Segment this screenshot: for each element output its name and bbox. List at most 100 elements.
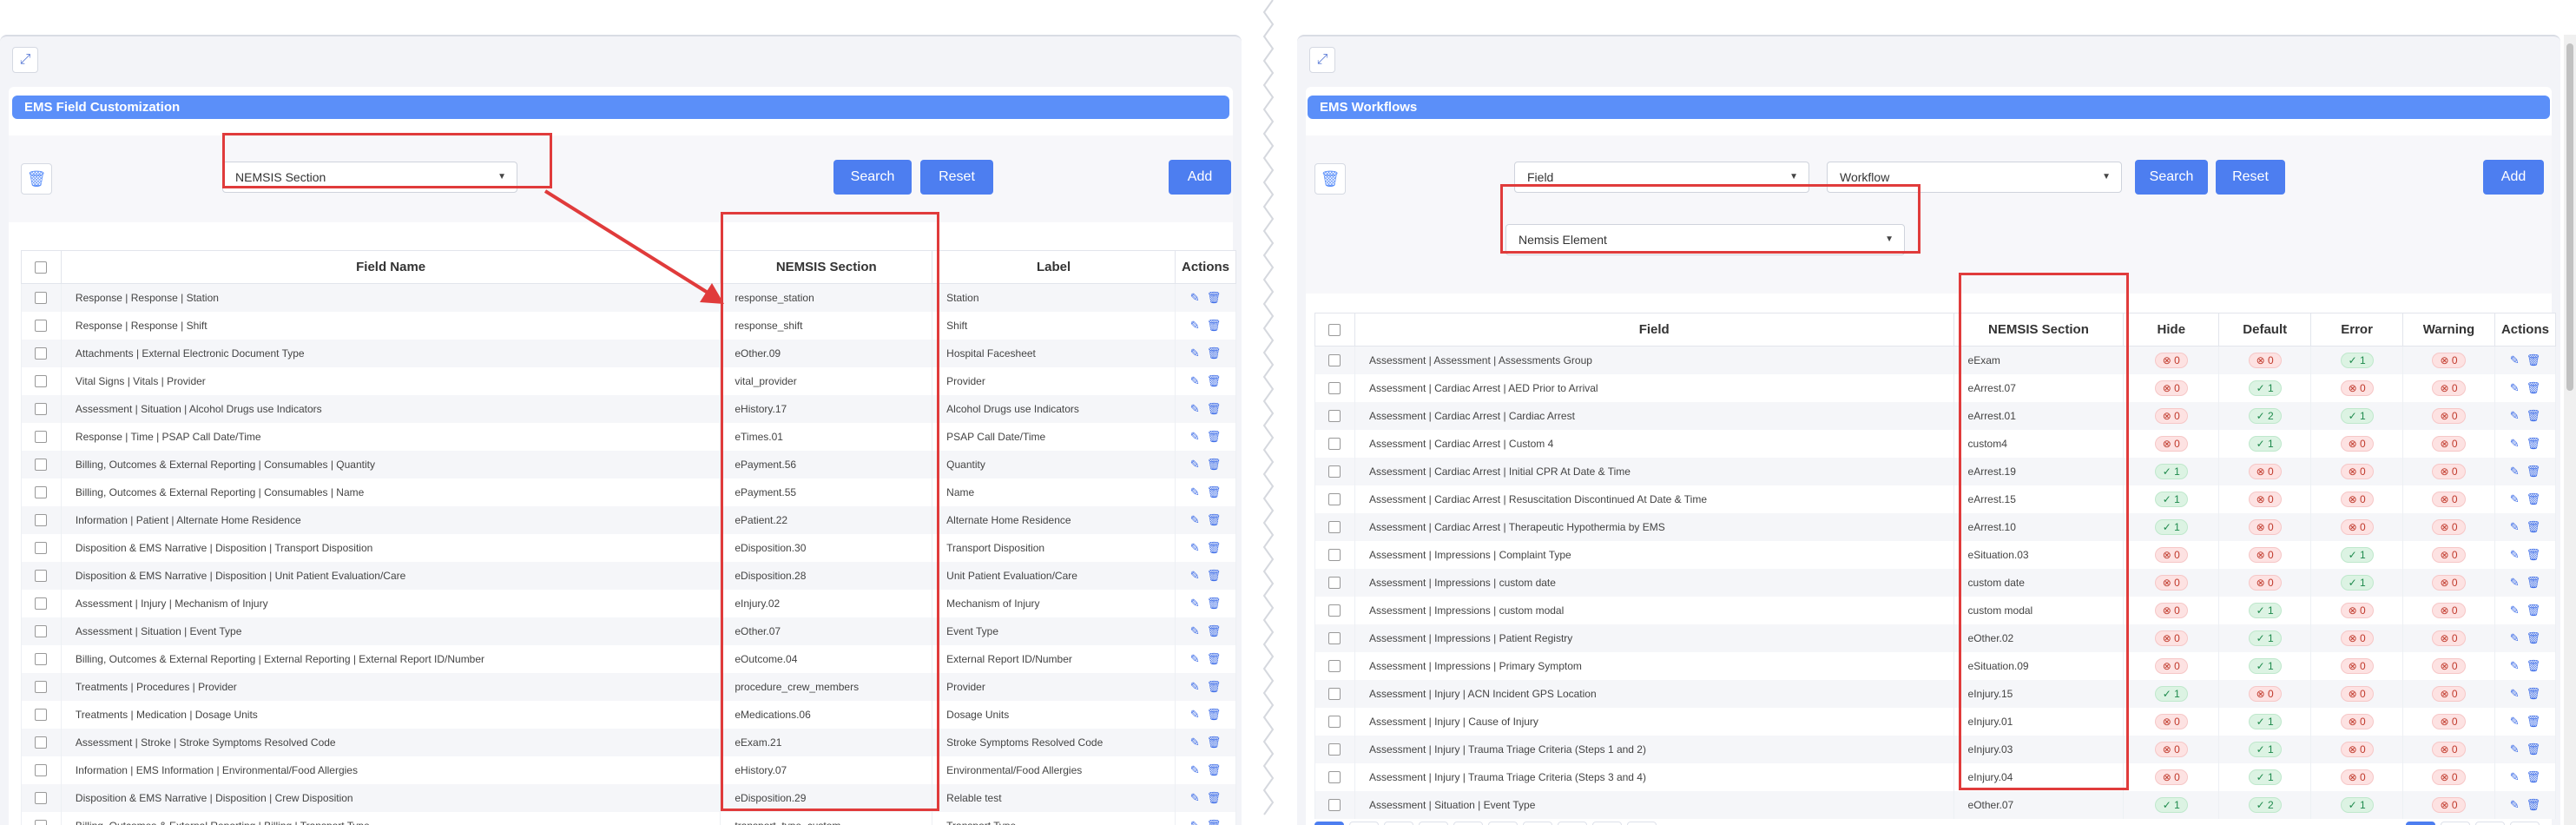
delete-icon[interactable]: 🗑 (2527, 631, 2541, 644)
edit-icon[interactable]: ✎ (1190, 819, 1200, 825)
edit-icon[interactable]: ✎ (2510, 604, 2520, 617)
default-count-badge[interactable]: ✓ 1 (2248, 380, 2282, 396)
delete-icon[interactable]: 🗑 (2527, 798, 2541, 811)
edit-icon[interactable]: ✎ (2510, 465, 2520, 478)
edit-icon[interactable]: ✎ (1190, 374, 1200, 387)
row-checkbox[interactable] (1328, 492, 1341, 505)
row-checkbox[interactable] (35, 485, 48, 498)
col-field[interactable]: Field (1354, 313, 1954, 346)
page-button[interactable]: 9 (1592, 822, 1622, 825)
edit-icon[interactable]: ✎ (1190, 652, 1200, 665)
warning-count-badge[interactable]: ⊗ 0 (2432, 741, 2466, 757)
edit-icon[interactable]: ✎ (2510, 437, 2520, 450)
delete-icon[interactable]: 🗑 (2527, 604, 2541, 617)
row-checkbox[interactable] (35, 346, 48, 360)
edit-icon[interactable]: ✎ (1190, 541, 1200, 554)
error-count-badge[interactable]: ✓ 1 (2340, 796, 2374, 813)
delete-icon[interactable]: 🗑 (1207, 374, 1222, 387)
default-count-badge[interactable]: ✓ 1 (2248, 435, 2282, 452)
row-checkbox[interactable] (1328, 381, 1341, 394)
row-checkbox[interactable] (35, 292, 48, 305)
delete-icon[interactable]: 🗑 (1207, 819, 1222, 825)
warning-count-badge[interactable]: ⊗ 0 (2432, 685, 2466, 702)
default-count-badge[interactable]: ⊗ 0 (2248, 518, 2282, 535)
error-count-badge[interactable]: ⊗ 0 (2340, 685, 2374, 702)
default-count-badge[interactable]: ⊗ 0 (2248, 685, 2282, 702)
search-button[interactable]: Search (833, 160, 912, 195)
warning-count-badge[interactable]: ⊗ 0 (2432, 630, 2466, 646)
hide-count-badge[interactable]: ⊗ 0 (2154, 630, 2188, 646)
hide-count-badge[interactable]: ⊗ 0 (2154, 741, 2188, 757)
row-checkbox[interactable] (1328, 354, 1341, 367)
edit-icon[interactable]: ✎ (2510, 770, 2520, 783)
page-button[interactable]: → (1627, 822, 1657, 825)
hide-count-badge[interactable]: ✓ 1 (2154, 685, 2188, 702)
delete-icon[interactable]: 🗑 (1207, 319, 1222, 332)
warning-count-badge[interactable]: ⊗ 0 (2432, 796, 2466, 813)
row-checkbox[interactable] (1328, 409, 1341, 422)
default-count-badge[interactable]: ✓ 1 (2248, 602, 2282, 618)
edit-icon[interactable]: ✎ (1190, 791, 1200, 804)
delete-icon[interactable]: 🗑 (2527, 520, 2541, 533)
default-count-badge[interactable]: ⊗ 0 (2248, 546, 2282, 563)
warning-count-badge[interactable]: ⊗ 0 (2432, 574, 2466, 591)
edit-icon[interactable]: ✎ (2510, 715, 2520, 728)
default-count-badge[interactable]: ⊗ 0 (2248, 463, 2282, 479)
delete-icon[interactable]: 🗑 (1207, 736, 1222, 749)
edit-icon[interactable]: ✎ (1190, 763, 1200, 776)
row-checkbox[interactable] (35, 458, 48, 471)
hide-count-badge[interactable]: ⊗ 0 (2154, 435, 2188, 452)
warning-count-badge[interactable]: ⊗ 0 (2432, 657, 2466, 674)
error-count-badge[interactable]: ✓ 1 (2340, 574, 2374, 591)
error-count-badge[interactable]: ⊗ 0 (2340, 380, 2374, 396)
page-size-option[interactable]: 100 (2475, 822, 2505, 825)
row-checkbox[interactable] (35, 597, 48, 610)
delete-icon[interactable]: 🗑 (1207, 624, 1222, 637)
expand-icon[interactable]: ⤢ (1309, 47, 1335, 73)
row-checkbox[interactable] (1328, 715, 1341, 728)
delete-icon[interactable]: 🗑 (2527, 659, 2541, 672)
warning-count-badge[interactable]: ⊗ 0 (2432, 546, 2466, 563)
edit-icon[interactable]: ✎ (2510, 381, 2520, 394)
hide-count-badge[interactable]: ⊗ 0 (2154, 546, 2188, 563)
row-checkbox[interactable] (35, 736, 48, 749)
delete-icon[interactable]: 🗑 (2527, 770, 2541, 783)
hide-count-badge[interactable]: ✓ 1 (2154, 463, 2188, 479)
scrollbar[interactable] (2564, 35, 2576, 825)
hide-count-badge[interactable]: ⊗ 0 (2154, 657, 2188, 674)
edit-icon[interactable]: ✎ (2510, 798, 2520, 811)
edit-icon[interactable]: ✎ (2510, 631, 2520, 644)
col-hide[interactable]: Hide (2123, 313, 2220, 346)
error-count-badge[interactable]: ⊗ 0 (2340, 769, 2374, 785)
page-button[interactable]: 1 (1314, 822, 1344, 825)
edit-icon[interactable]: ✎ (2510, 659, 2520, 672)
row-checkbox[interactable] (1328, 465, 1341, 478)
row-checkbox[interactable] (35, 513, 48, 526)
edit-icon[interactable]: ✎ (2510, 492, 2520, 505)
error-count-badge[interactable]: ⊗ 0 (2340, 491, 2374, 507)
error-count-badge[interactable]: ⊗ 0 (2340, 518, 2374, 535)
error-count-badge[interactable]: ⊗ 0 (2340, 463, 2374, 479)
error-count-badge[interactable]: ✓ 1 (2340, 407, 2374, 424)
row-checkbox[interactable] (35, 319, 48, 332)
edit-icon[interactable]: ✎ (1190, 319, 1200, 332)
warning-count-badge[interactable]: ⊗ 0 (2432, 463, 2466, 479)
row-checkbox[interactable] (35, 680, 48, 693)
add-button[interactable]: Add (1169, 160, 1231, 195)
edit-icon[interactable]: ✎ (1190, 569, 1200, 582)
error-count-badge[interactable]: ⊗ 0 (2340, 657, 2374, 674)
row-checkbox[interactable] (1328, 742, 1341, 756)
edit-icon[interactable]: ✎ (1190, 736, 1200, 749)
warning-count-badge[interactable]: ⊗ 0 (2432, 769, 2466, 785)
default-count-badge[interactable]: ⊗ 0 (2248, 491, 2282, 507)
col-warning[interactable]: Warning (2402, 313, 2495, 346)
expand-icon[interactable]: ⤢ (12, 47, 38, 73)
delete-icon[interactable]: 🗑 (2527, 409, 2541, 422)
delete-icon[interactable]: 🗑 (2527, 465, 2541, 478)
edit-icon[interactable]: ✎ (1190, 485, 1200, 498)
error-count-badge[interactable]: ✓ 1 (2340, 352, 2374, 368)
edit-icon[interactable]: ✎ (2510, 687, 2520, 700)
error-count-badge[interactable]: ⊗ 0 (2340, 713, 2374, 729)
delete-icon[interactable]: 🗑 (1207, 680, 1222, 693)
delete-icon[interactable]: 🗑 (1207, 430, 1222, 443)
